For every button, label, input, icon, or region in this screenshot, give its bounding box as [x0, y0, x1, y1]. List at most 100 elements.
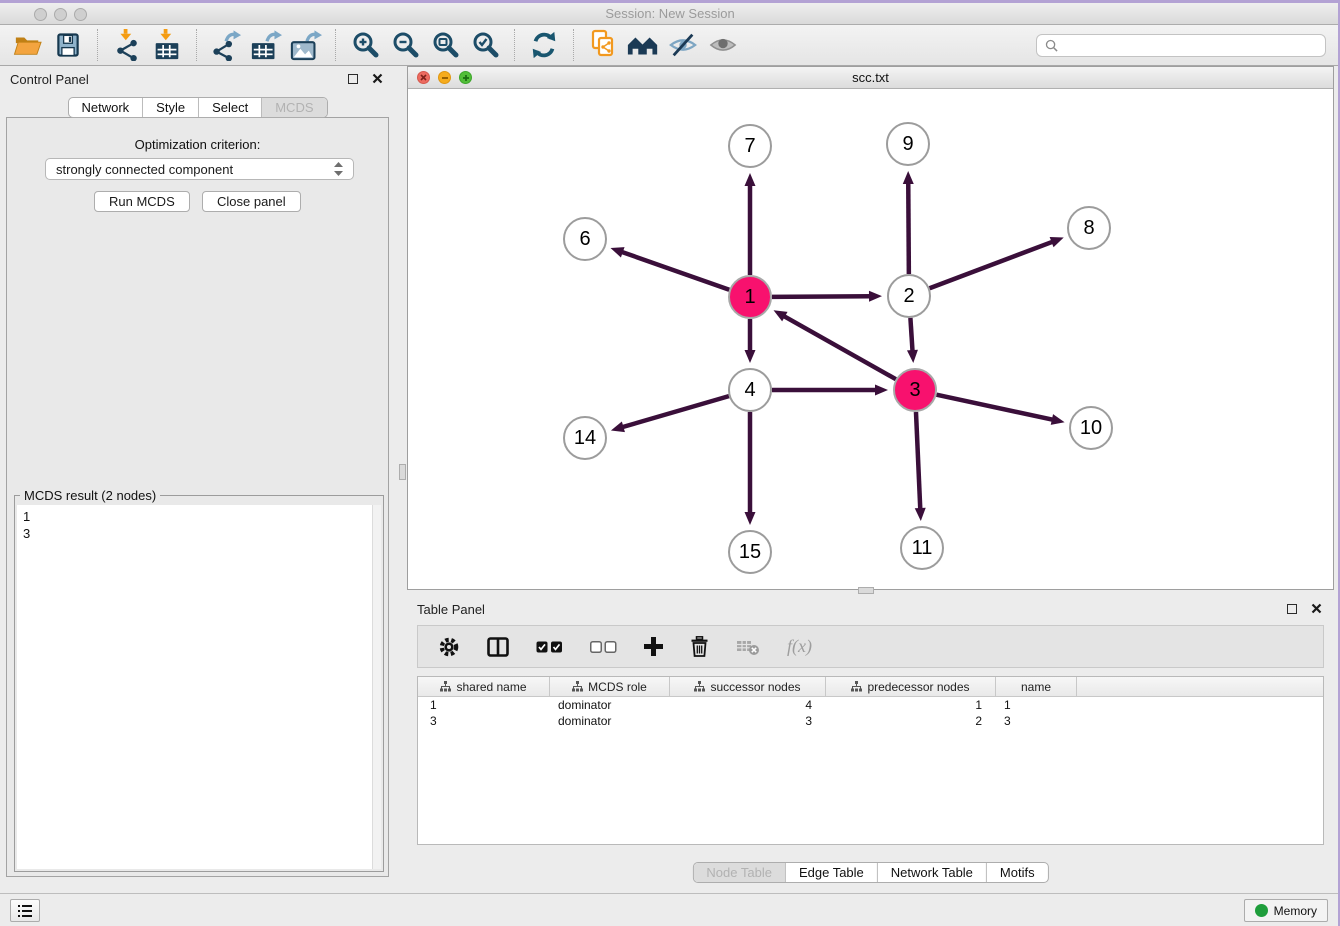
home-layout-icon[interactable]	[623, 27, 663, 63]
refresh-view-icon[interactable]	[524, 27, 564, 63]
table-settings-icon[interactable]	[438, 636, 460, 658]
optimization-criterion-label: Optimization criterion:	[0, 137, 395, 152]
table-row[interactable]: 1 dominator 4 1 1	[418, 697, 1323, 713]
float-panel-icon[interactable]	[348, 74, 358, 84]
column-header-shared-name[interactable]: shared name	[418, 677, 550, 696]
column-label: MCDS role	[588, 680, 647, 694]
graph-node-7[interactable]: 7	[728, 124, 772, 168]
column-header-successor-nodes[interactable]: successor nodes	[670, 677, 826, 696]
graph-node-3[interactable]: 3	[893, 368, 937, 412]
network-window-titlebar[interactable]: scc.txt	[408, 67, 1333, 89]
export-table-icon[interactable]	[246, 27, 286, 63]
task-history-button[interactable]	[10, 899, 40, 922]
graph-node-14[interactable]: 14	[563, 416, 607, 460]
mcds-result-line: 1	[17, 505, 381, 525]
column-header-predecessor-nodes[interactable]: predecessor nodes	[826, 677, 996, 696]
tree-icon	[694, 681, 705, 692]
list-icon	[17, 904, 33, 918]
delete-column-icon[interactable]	[690, 636, 709, 657]
column-label: shared name	[456, 680, 526, 694]
tab-node-table[interactable]: Node Table	[693, 863, 785, 882]
import-network-icon[interactable]	[107, 27, 147, 63]
zoom-out-icon[interactable]	[385, 27, 425, 63]
column-label: successor nodes	[710, 680, 800, 694]
tab-network[interactable]: Network	[68, 98, 142, 117]
run-mcds-button[interactable]: Run MCDS	[94, 191, 190, 212]
select-all-checks-icon[interactable]	[536, 641, 563, 653]
cell-mcds-role: dominator	[550, 713, 670, 729]
save-session-icon[interactable]	[48, 27, 88, 63]
close-panel-icon[interactable]	[372, 73, 383, 84]
zoom-fit-icon[interactable]	[425, 27, 465, 63]
network-window-title: scc.txt	[408, 70, 1333, 85]
tree-icon	[851, 681, 862, 692]
tab-select[interactable]: Select	[198, 98, 261, 117]
graph-node-2[interactable]: 2	[887, 274, 931, 318]
optimization-criterion-select[interactable]: strongly connected component	[45, 158, 354, 180]
delete-table-icon	[736, 638, 760, 656]
splitter-handle-horizontal[interactable]	[858, 587, 874, 594]
tab-edge-table[interactable]: Edge Table	[785, 863, 877, 882]
memory-label: Memory	[1274, 904, 1317, 918]
zoom-in-icon[interactable]	[345, 27, 385, 63]
zoom-selected-icon[interactable]	[465, 27, 505, 63]
clone-network-icon[interactable]	[583, 27, 623, 63]
deselect-all-checks-icon[interactable]	[590, 641, 617, 653]
window-titlebar: Session: New Session	[0, 3, 1340, 25]
graph-node-6[interactable]: 6	[563, 217, 607, 261]
cell-mcds-role: dominator	[550, 697, 670, 713]
search-field[interactable]	[1036, 34, 1326, 57]
close-panel-button[interactable]: Close panel	[202, 191, 301, 212]
table-row[interactable]: 3 dominator 3 2 3	[418, 713, 1323, 729]
graph-node-10[interactable]: 10	[1069, 406, 1113, 450]
float-panel-icon[interactable]	[1287, 604, 1297, 614]
select-stepper-icon	[334, 162, 343, 176]
import-table-icon[interactable]	[147, 27, 187, 63]
search-icon	[1045, 39, 1058, 52]
cell-name: 1	[996, 697, 1077, 713]
memory-status-icon	[1255, 904, 1268, 917]
tree-icon	[572, 681, 583, 692]
desktop-edge-top	[0, 0, 1340, 3]
cell-shared-name: 3	[418, 713, 550, 729]
tab-motifs[interactable]: Motifs	[986, 863, 1048, 882]
window-title: Session: New Session	[0, 6, 1340, 21]
control-panel-title: Control Panel	[10, 72, 89, 87]
open-session-icon[interactable]	[8, 27, 48, 63]
column-header-filler	[1077, 677, 1323, 696]
graph-node-9[interactable]: 9	[886, 122, 930, 166]
table-header-row: shared name MCDS role successor nodes pr…	[418, 677, 1323, 697]
toolbar-separator	[196, 29, 197, 61]
splitter-handle-vertical[interactable]	[399, 464, 406, 480]
graph-node-8[interactable]: 8	[1067, 206, 1111, 250]
export-image-icon[interactable]	[286, 27, 326, 63]
export-network-icon[interactable]	[206, 27, 246, 63]
cell-successor-nodes: 4	[670, 697, 826, 713]
column-header-mcds-role[interactable]: MCDS role	[550, 677, 670, 696]
show-all-icon[interactable]	[703, 27, 743, 63]
control-panel-tabs: Network Style Select MCDS	[67, 97, 327, 118]
status-bar: Memory	[0, 893, 1340, 926]
search-input[interactable]	[1064, 37, 1317, 53]
cell-shared-name: 1	[418, 697, 550, 713]
tab-mcds[interactable]: MCDS	[261, 98, 326, 117]
main-toolbar	[0, 25, 1340, 66]
graph-node-15[interactable]: 15	[728, 530, 772, 574]
tab-style[interactable]: Style	[142, 98, 198, 117]
hide-selected-icon[interactable]	[663, 27, 703, 63]
column-visibility-icon[interactable]	[487, 637, 509, 657]
memory-button[interactable]: Memory	[1244, 899, 1328, 922]
table-panel-title: Table Panel	[417, 602, 485, 617]
result-scrollbar[interactable]	[372, 505, 381, 869]
add-column-icon[interactable]	[644, 637, 663, 656]
network-canvas[interactable]: 7 9 6 8 1 2 4 3 14 10 15 11	[408, 89, 1333, 589]
cell-predecessor-nodes: 2	[826, 713, 996, 729]
graph-node-11[interactable]: 11	[900, 526, 944, 570]
mcds-result-textarea[interactable]: 1 3	[17, 505, 381, 869]
column-header-name[interactable]: name	[996, 677, 1077, 696]
graph-node-1[interactable]: 1	[728, 275, 772, 319]
table-panel: Table Panel	[407, 596, 1334, 884]
close-panel-icon[interactable]	[1311, 603, 1322, 614]
tab-network-table[interactable]: Network Table	[877, 863, 986, 882]
graph-node-4[interactable]: 4	[728, 368, 772, 412]
